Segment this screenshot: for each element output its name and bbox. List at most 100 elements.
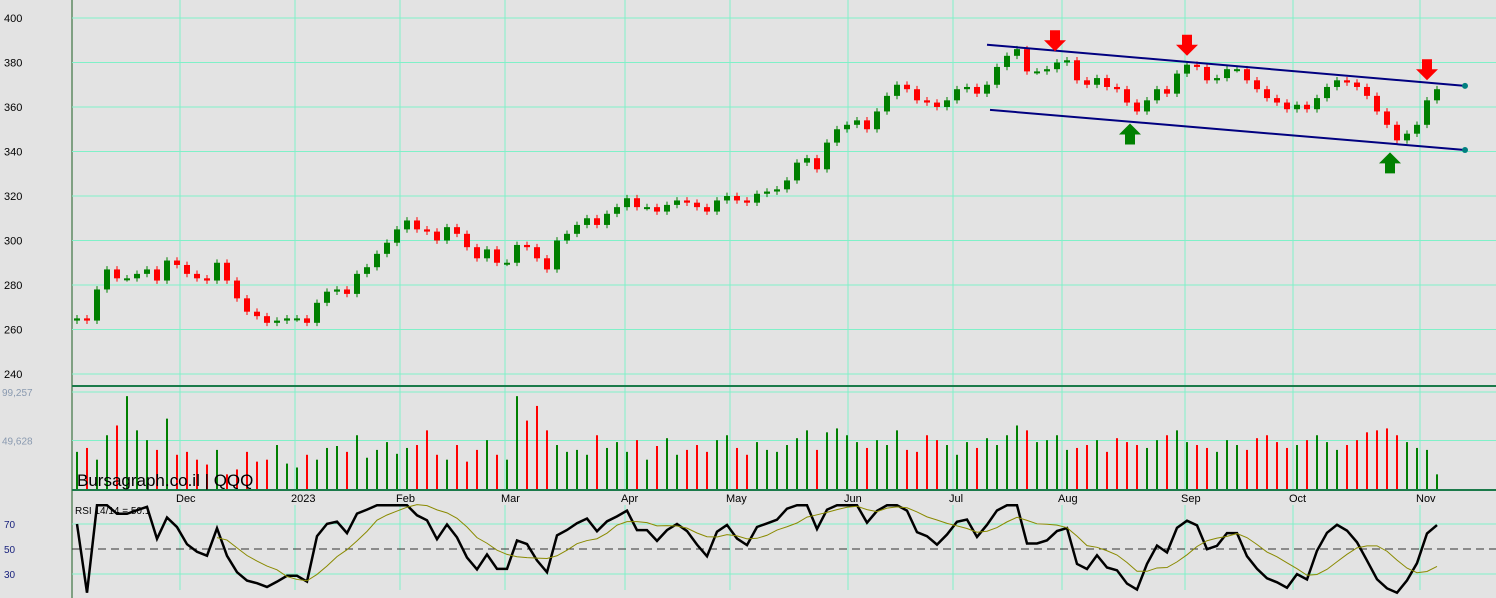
candle-body (114, 269, 120, 279)
candle-body (654, 207, 660, 212)
candle-body (1034, 71, 1040, 74)
y-tick-label: 260 (4, 325, 22, 337)
sell-arrow-icon (1044, 30, 1066, 52)
candle-body (1054, 62, 1060, 70)
candle-body (194, 273, 200, 279)
candle-body (1424, 100, 1430, 125)
candle-body (694, 202, 700, 208)
candle-body (934, 102, 940, 107)
candle-body (334, 289, 340, 292)
candle-body (1214, 78, 1220, 81)
candle-body (124, 278, 130, 281)
candle-body (964, 86, 970, 90)
volume-tick-label: 49,628 (2, 437, 33, 448)
candle-body (1404, 133, 1410, 141)
month-label: Aug (1058, 493, 1078, 505)
candle-body (594, 218, 600, 225)
rsi-panel: 70 50 30 (4, 504, 1496, 595)
candle-body (1384, 111, 1390, 125)
candle-body (204, 278, 210, 281)
month-label: Mar (501, 493, 520, 505)
candle-body (184, 264, 190, 274)
month-label: Feb (396, 493, 415, 505)
buy-arrow-icon (1379, 152, 1401, 174)
candle-body (404, 220, 410, 230)
candle-body (744, 200, 750, 203)
grid (71, 0, 1496, 598)
candle-body (84, 318, 90, 321)
chart-svg: 400 380 360 340 320 300 280 260 240 99,257 49,628… (2, 0, 1496, 598)
candle-body (94, 289, 100, 321)
candle-body (524, 244, 530, 248)
candle-body (894, 84, 900, 96)
candle-body (474, 247, 480, 259)
candle-body (1224, 69, 1230, 79)
candle-body (444, 227, 450, 241)
candle-body (664, 204, 670, 212)
channel-line-lower (989, 108, 1466, 151)
candle-body (164, 260, 170, 281)
candle-body (484, 249, 490, 259)
candle-body (824, 142, 830, 170)
candle-body (1344, 80, 1350, 83)
candle-body (354, 273, 360, 294)
y-tick-label: 300 (4, 236, 22, 248)
candle-body (284, 318, 290, 321)
watermark-label: Bursagraph.co.il | QQQ (77, 471, 253, 490)
candle-body (1394, 124, 1400, 141)
month-label: Dec (176, 493, 196, 505)
month-label: Jul (949, 493, 963, 505)
candle-body (1414, 124, 1420, 134)
candle-body (1234, 69, 1240, 72)
candle-body (534, 247, 540, 259)
candle-body (884, 95, 890, 112)
rsi-label: RSI 14/14 = 50.1 (75, 506, 151, 517)
candle-body (264, 316, 270, 323)
candle-body (1134, 102, 1140, 112)
candle-body (924, 100, 930, 103)
stock-chart: 400 380 360 340 320 300 280 260 240 99,257 49,628… (0, 0, 1496, 598)
candle-body (834, 129, 840, 143)
y-tick-label: 400 (4, 13, 22, 25)
candle-body (1094, 78, 1100, 85)
candle-body (844, 124, 850, 130)
candle-body (994, 66, 1000, 85)
candle-body (754, 193, 760, 203)
candle-body (1004, 55, 1010, 67)
month-label: Apr (621, 493, 638, 505)
y-tick-label: 320 (4, 191, 22, 203)
month-label: Nov (1416, 493, 1436, 505)
candle-body (1114, 86, 1120, 90)
candle-body (1274, 98, 1280, 103)
candle-body (974, 86, 980, 94)
month-label: Sep (1181, 493, 1201, 505)
candle-body (324, 291, 330, 303)
month-label: Jun (844, 493, 862, 505)
candle-body (1074, 60, 1080, 81)
candle-body (684, 200, 690, 203)
candle-body (1314, 98, 1320, 110)
candle-body (614, 207, 620, 214)
candle-body (104, 269, 110, 290)
channel-endpoint (1462, 82, 1468, 89)
candle-body (634, 198, 640, 208)
channel-endpoint (1462, 146, 1468, 153)
month-labels: Dec 2023 Feb Mar Apr May Jun Jul Aug Sep Oct Nov (176, 493, 1436, 505)
y-tick-label: 340 (4, 147, 22, 159)
candle-body (514, 244, 520, 263)
candle-body (384, 242, 390, 254)
candle-body (794, 162, 800, 181)
candle-body (1294, 104, 1300, 110)
candle-body (374, 253, 380, 268)
candle-body (724, 196, 730, 201)
candle-body (74, 318, 80, 321)
candle-body (1334, 80, 1340, 87)
candle-body (1324, 86, 1330, 99)
month-label: Oct (1289, 493, 1306, 505)
candle-body (854, 120, 860, 125)
candle-body (154, 269, 160, 281)
candle-body (274, 320, 280, 323)
candle-body (244, 298, 250, 312)
candles (74, 45, 1440, 327)
candle-body (554, 240, 560, 270)
